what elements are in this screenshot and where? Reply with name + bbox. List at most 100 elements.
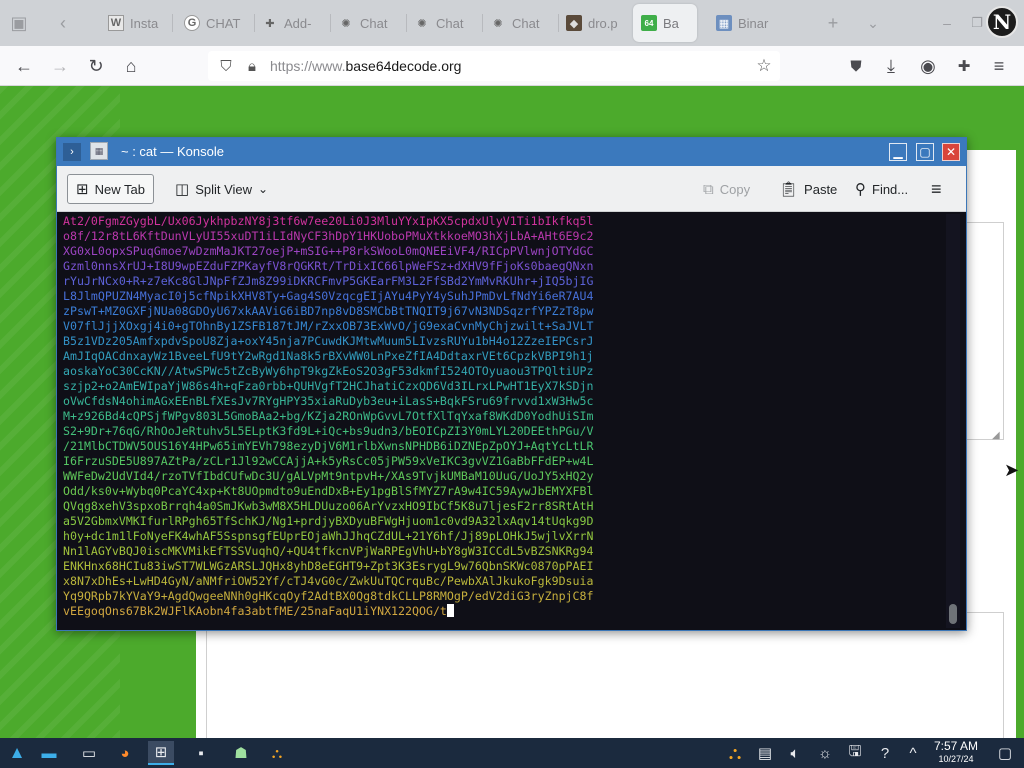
- tab-label: CHAT: [206, 15, 241, 31]
- terminal-line: V07flJjjXOxgj4i0+gTOhnBy1ZSFB187tJM/rZxx…: [63, 319, 594, 333]
- minimize-window-icon[interactable]: –: [934, 10, 960, 36]
- terminal-line: WWFeDw2UdVId4/rzoTVfIbdCUfwDc3U/gALVpMt9…: [63, 469, 594, 483]
- url-bar[interactable]: ⛉ 🔒︎ https://www.base64decode.org ☆: [208, 51, 780, 81]
- reload-icon[interactable]: ↻: [82, 52, 110, 80]
- terminal-line: Nn1lAGYvBQJ0iscMKVMikEfTSSVuqhQ/+QU4tfkc…: [63, 544, 594, 558]
- help-icon[interactable]: ?: [872, 741, 898, 765]
- new-tab-button[interactable]: ⊞ New Tab: [67, 174, 154, 204]
- back-arrow-icon[interactable]: ←: [10, 52, 38, 80]
- tab-label: Chat: [360, 15, 388, 31]
- konsole-toolbar: ⊞ New Tab ◫ Split View ⌄ ⧉ Copy 📋︎ Paste…: [57, 166, 966, 212]
- download-icon[interactable]: ⤓: [877, 52, 905, 80]
- tab-overflow-left-icon[interactable]: ‹: [50, 10, 76, 36]
- terminal-scrollbar[interactable]: [946, 214, 960, 628]
- new-tab-icon[interactable]: +: [820, 10, 846, 36]
- google-icon: G: [184, 15, 200, 31]
- tray-app-icon[interactable]: ⛬: [722, 741, 748, 765]
- url-text[interactable]: https://www.base64decode.org: [270, 58, 461, 74]
- volume-icon[interactable]: 🔈︎: [782, 741, 808, 765]
- show-desktop-icon[interactable]: ▬: [36, 741, 62, 765]
- search-icon: ⚲: [855, 181, 866, 198]
- lock-icon[interactable]: 🔒︎: [242, 56, 262, 76]
- home-icon[interactable]: ⌂: [117, 52, 145, 80]
- openai-icon: ✺: [341, 17, 351, 30]
- tab-label: Chat: [512, 15, 540, 31]
- list-tabs-chevron-down-icon[interactable]: ⌄: [860, 10, 886, 36]
- tab-7-active[interactable]: 64 Ba: [633, 4, 697, 42]
- tab-label: dro.p: [588, 15, 618, 31]
- terminal-line: Odd/ks0v+Wybq0PcaYC4xp+Kt8UOpmdto9uEndDx…: [63, 484, 594, 498]
- shield-icon[interactable]: ⛉: [216, 56, 236, 76]
- nodejs-app-icon[interactable]: ⛬: [264, 741, 290, 765]
- terminal-line: a5V2GbmxVMKIfurlRPgh65TfSchKJ/Ng1+prdjyB…: [63, 514, 594, 528]
- tab-2[interactable]: ✚ Add-: [254, 4, 328, 42]
- maximize-button[interactable]: ▢: [916, 143, 934, 161]
- pocket-icon[interactable]: ⛊: [842, 52, 870, 80]
- openai-icon: ✺: [417, 17, 427, 30]
- hamburger-menu-button[interactable]: ≡: [923, 174, 950, 204]
- copy-icon: ⧉: [703, 180, 714, 198]
- terminal-line: szjp2+o2AmEWIpaYjW86s4h+qFza0rbb+QUHVgfT…: [63, 379, 594, 393]
- peek-desktop-icon[interactable]: ▢: [992, 741, 1018, 765]
- bookmark-star-icon[interactable]: ☆: [754, 56, 774, 76]
- save-tray-icon[interactable]: 🖫︎: [842, 741, 868, 765]
- puzzle-icon: ✚: [265, 17, 275, 30]
- hamburger-menu-icon[interactable]: ≡: [985, 52, 1013, 80]
- copy-button[interactable]: ⧉ Copy: [695, 174, 758, 204]
- browser-tab-strip: ▣ ‹ W Insta G CHAT ✚ Add- ✺ Chat ✺ Chat …: [0, 0, 1024, 46]
- forward-arrow-icon[interactable]: →: [46, 52, 74, 80]
- paste-button[interactable]: 📋︎ Paste: [771, 174, 845, 204]
- konsole-taskbar-icon[interactable]: ⊞: [148, 741, 174, 765]
- tab-8[interactable]: ▦ Binar: [708, 4, 788, 42]
- firefox-icon[interactable]: ◕: [112, 741, 138, 765]
- url-scheme: https://www.: [270, 58, 346, 74]
- new-tab-icon: ⊞: [76, 181, 89, 198]
- tab-6[interactable]: ◆ dro.p: [558, 4, 628, 42]
- window-menu-chevron-icon[interactable]: ›: [63, 143, 81, 161]
- konsole-app-icon[interactable]: ▦: [90, 142, 108, 160]
- brightness-icon[interactable]: ☼: [812, 741, 838, 765]
- find-label: Find...: [872, 181, 909, 197]
- terminal-line: rYuJrNCx0+R+z7eKc8GlJNpFfZJm8Z99iDKRCFmv…: [63, 274, 594, 288]
- terminal-line: h0y+dc1m1lFoNyeFK4whAF5SspnsgfEUprEOjaWh…: [63, 529, 594, 543]
- terminal-line: zPswT+MZ0GXFjNUa08GDOyU67xkAAViG6iBD7np8…: [63, 304, 594, 318]
- split-view-button[interactable]: ◫ Split View ⌄: [167, 174, 276, 204]
- resize-grip-icon[interactable]: ◢: [992, 430, 1000, 441]
- firefox-view-icon[interactable]: ▣: [6, 10, 32, 36]
- terminal-line: B5z1VDz205AmfxpdvSpoU8Zja+oxY45nja7PCuwd…: [63, 334, 594, 348]
- taskbar: ▲ ▬ ▭ ◕ ⊞ ▪ ☗ ⛬ ⛬ ▤ 🔈︎ ☼ 🖫︎ ? ^ 7:57 AM …: [0, 738, 1024, 768]
- app-launcher-icon[interactable]: ▲: [4, 741, 30, 765]
- extensions-puzzle-icon[interactable]: ✚: [950, 52, 978, 80]
- tab-3[interactable]: ✺ Chat: [330, 4, 404, 42]
- account-icon[interactable]: ◉: [914, 52, 942, 80]
- avatar-initial: N: [992, 10, 1012, 34]
- konsole-titlebar[interactable]: › ▦ ~ : cat — Konsole ▁ ▢ ✕: [57, 138, 966, 166]
- clock[interactable]: 7:57 AM 10/27/24: [930, 739, 982, 765]
- terminal-taskbar-icon[interactable]: ▪: [188, 741, 214, 765]
- terminal-line: QVqg8xehV3spxoBrrqh4a0SmJKwb3wM8X5HLDUuz…: [63, 499, 594, 513]
- tab-5[interactable]: ✺ Chat: [482, 4, 556, 42]
- scrollbar-thumb[interactable]: [949, 604, 957, 624]
- tab-0[interactable]: W Insta: [100, 4, 164, 42]
- terminal-line: oVwCfdsN4ohimAGxEEnBLfXEsJv7RYgHPY35xiaR…: [63, 394, 594, 408]
- tab-4[interactable]: ✺ Chat: [406, 4, 480, 42]
- window-title: ~ : cat — Konsole: [121, 144, 224, 159]
- dropbox-icon: ◆: [566, 15, 582, 31]
- tab-1[interactable]: G CHAT: [176, 4, 250, 42]
- terminal-cursor: [446, 604, 454, 617]
- terminal-line: XG0xL0opxSPuqGmoe7wDzmMaJKT27oejP+mSIG++…: [63, 244, 594, 258]
- tray-expand-chevron-up-icon[interactable]: ^: [900, 741, 926, 765]
- base64-icon: 64: [641, 15, 657, 31]
- wikipedia-icon: W: [108, 15, 124, 31]
- terminal-view[interactable]: At2/0FgmZGygbL/Ux06JykhpbzNY8j3tf6w7ee20…: [57, 212, 966, 630]
- discover-icon[interactable]: ☗: [228, 741, 254, 765]
- task-manager-icon[interactable]: ▭: [76, 741, 102, 765]
- profile-avatar[interactable]: N: [986, 6, 1018, 38]
- clock-time: 7:57 AM: [933, 739, 979, 753]
- minimize-button[interactable]: ▁: [889, 143, 907, 161]
- clipboard-tray-icon[interactable]: ▤: [752, 741, 778, 765]
- terminal-line: ENKHnx68HCIu83iwST7WLWGzARSLJQHx8yhD8eEG…: [63, 559, 594, 573]
- close-button[interactable]: ✕: [942, 143, 960, 161]
- terminal-line: o8f/12r8tL6KftDunVLyUI55xuDT1iLIdNyCF3hD…: [63, 229, 594, 243]
- find-button[interactable]: ⚲ Find...: [847, 174, 916, 204]
